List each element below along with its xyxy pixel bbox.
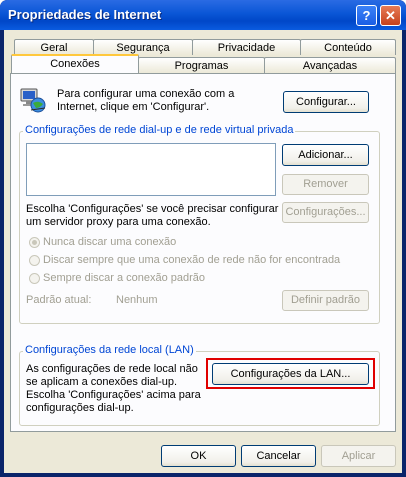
lan-text-line4: configurações dial-up. — [26, 402, 134, 414]
tab-conteudo[interactable]: Conteúdo — [300, 39, 396, 55]
tab-geral[interactable]: Geral — [14, 39, 94, 55]
tab-conexoes[interactable]: Conexões — [11, 54, 139, 73]
tab-avancadas[interactable]: Avançadas — [264, 57, 396, 73]
internet-properties-window: Propriedades de Internet ? ✕ Geral Segur… — [0, 0, 406, 477]
window-title: Propriedades de Internet — [8, 7, 162, 22]
ok-button[interactable]: OK — [161, 445, 236, 467]
current-default-value: Nenhum — [116, 294, 158, 306]
tab-privacidade[interactable]: Privacidade — [192, 39, 301, 55]
radio-dial-when-no-network-label: Discar sempre que uma conexão de rede nã… — [43, 254, 341, 266]
dialup-connections-list[interactable] — [26, 143, 276, 196]
lan-text-line3: Escolha 'Configurações' acima para — [26, 389, 201, 401]
dialup-group-title: Configurações de rede dial-up e de rede … — [23, 124, 296, 136]
dialup-settings-text-line1: Escolha 'Configurações' se você precisar… — [26, 203, 279, 215]
tab-seguranca[interactable]: Segurança — [93, 39, 193, 55]
setup-text-line2: Internet, clique em 'Configurar'. — [57, 101, 210, 113]
remove-button[interactable]: Remover — [282, 174, 369, 195]
add-button[interactable]: Adicionar... — [282, 144, 369, 166]
dialog-client-area: Geral Segurança Privacidade Conteúdo Con… — [4, 30, 402, 473]
dialup-settings-button[interactable]: Configurações... — [282, 202, 369, 223]
setup-text-line1: Para configurar uma conexão com a — [57, 88, 235, 100]
cancel-button[interactable]: Cancelar — [241, 445, 316, 467]
tab-programas[interactable]: Programas — [138, 57, 265, 73]
lan-group-title: Configurações da rede local (LAN) — [23, 344, 196, 356]
help-button[interactable]: ? — [356, 5, 377, 26]
close-button[interactable]: ✕ — [380, 5, 401, 26]
lan-text-line1: As configurações de rede local não — [26, 363, 198, 375]
network-globe-icon — [19, 86, 47, 114]
lan-text-line2: se aplicam a conexões dial-up. — [26, 376, 178, 388]
apply-button[interactable]: Aplicar — [321, 445, 396, 467]
lan-settings-button[interactable]: Configurações da LAN... — [212, 363, 369, 385]
radio-dial-when-no-network[interactable] — [29, 255, 40, 266]
radio-always-dial-label: Sempre discar a conexão padrão — [43, 272, 206, 284]
radio-always-dial[interactable] — [29, 273, 40, 284]
set-default-button[interactable]: Definir padrão — [282, 290, 369, 311]
dialup-settings-text-line2: um servidor proxy para uma conexão. — [26, 216, 211, 228]
current-default-label: Padrão atual: — [26, 294, 92, 306]
configure-button[interactable]: Configurar... — [283, 91, 369, 113]
title-bar[interactable]: Propriedades de Internet ? ✕ — [0, 0, 406, 30]
tab-panel-conexoes: Para configurar uma conexão com a Intern… — [10, 73, 396, 432]
radio-never-dial-label: Nunca discar uma conexão — [43, 236, 177, 248]
radio-never-dial[interactable] — [29, 237, 40, 248]
